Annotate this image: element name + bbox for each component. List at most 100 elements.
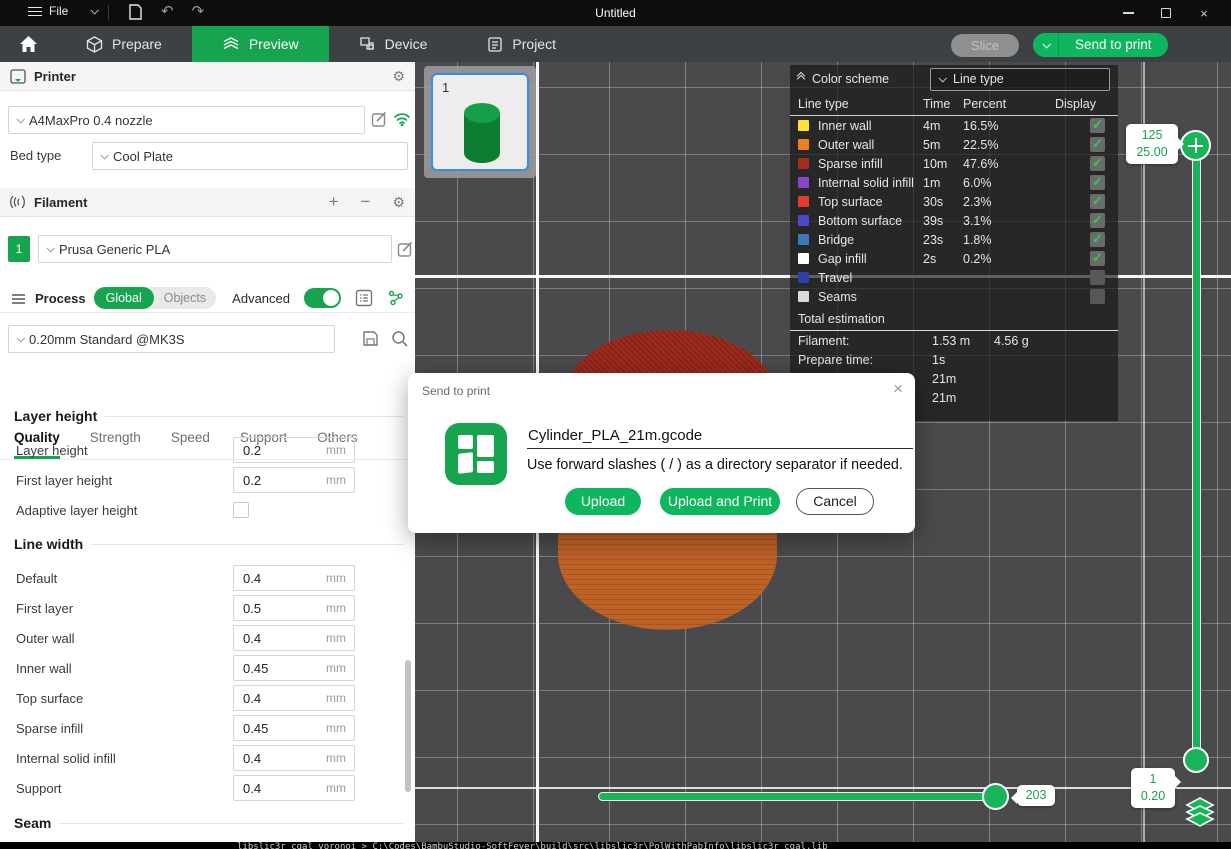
title-bar: File ↶ ↷ Untitled × bbox=[0, 0, 1231, 26]
tab-project-label: Project bbox=[512, 36, 556, 52]
send-dropdown-arrow[interactable] bbox=[1033, 33, 1059, 57]
filename-input[interactable] bbox=[527, 425, 913, 449]
view-mode-dropdown[interactable]: Line type bbox=[930, 68, 1110, 91]
tab-preview[interactable]: Preview bbox=[192, 26, 329, 62]
process-scope-segment[interactable]: Global Objects bbox=[94, 287, 217, 309]
line-width-outer-wall-input[interactable] bbox=[234, 631, 314, 646]
display-checkbox[interactable]: ✓ bbox=[1090, 251, 1105, 266]
display-checkbox[interactable] bbox=[1090, 289, 1105, 304]
plate-thumbnail[interactable]: 1 bbox=[424, 66, 536, 178]
layers-view-icon[interactable] bbox=[1183, 795, 1217, 827]
scope-global-option[interactable]: Global bbox=[94, 287, 154, 309]
unit-label: mm bbox=[326, 631, 346, 645]
legend-row: Internal solid infill1m6.0%✓ bbox=[790, 173, 1118, 192]
view-mode-value: Line type bbox=[953, 72, 1004, 86]
close-button[interactable]: × bbox=[1185, 0, 1223, 26]
tab-speed[interactable]: Speed bbox=[171, 430, 210, 459]
col-line-type: Line type bbox=[798, 97, 923, 111]
move-slider-handle[interactable] bbox=[982, 783, 1009, 810]
adaptive-layer-height-checkbox[interactable] bbox=[233, 502, 249, 518]
grid-line bbox=[1143, 62, 1145, 842]
display-checkbox[interactable] bbox=[1090, 270, 1105, 285]
parameter-dots-icon[interactable] bbox=[387, 289, 405, 307]
layer-top-height: 25.00 bbox=[1132, 144, 1172, 161]
advanced-toggle[interactable] bbox=[304, 288, 341, 308]
filament-settings-gear-icon[interactable]: ⚙ bbox=[392, 194, 405, 211]
sidebar-scrollbar[interactable] bbox=[405, 660, 411, 792]
project-icon bbox=[487, 36, 503, 53]
legend-column-headers: Line type Time Percent Display bbox=[790, 93, 1118, 116]
device-icon bbox=[359, 36, 376, 53]
display-checkbox[interactable]: ✓ bbox=[1090, 137, 1105, 152]
line-type-legend-panel: Color scheme Line type Line type Time Pe… bbox=[790, 65, 1118, 421]
color-scheme-label[interactable]: Color scheme bbox=[812, 72, 889, 86]
add-filament-button[interactable]: + bbox=[329, 192, 339, 212]
plate-thumbnail-card[interactable]: 1 bbox=[431, 73, 529, 171]
dialog-close-icon[interactable]: × bbox=[893, 379, 903, 399]
line-width-support-input[interactable] bbox=[234, 781, 314, 796]
chevron-down-icon bbox=[16, 334, 24, 342]
slice-button[interactable]: Slice bbox=[951, 34, 1019, 57]
layer-slider-track[interactable] bbox=[1192, 145, 1201, 760]
stat-prepare-time: Prepare time:1s bbox=[790, 350, 1118, 369]
process-section-header: Process Global Objects Advanced bbox=[0, 284, 415, 313]
process-preset-dropdown[interactable]: 0.20mm Standard @MK3S bbox=[8, 325, 335, 353]
upload-and-print-button[interactable]: Upload and Print bbox=[660, 488, 780, 515]
display-checkbox[interactable]: ✓ bbox=[1090, 175, 1105, 190]
object-list-icon[interactable] bbox=[355, 289, 373, 307]
tab-project[interactable]: Project bbox=[457, 26, 586, 62]
save-preset-icon[interactable] bbox=[362, 330, 379, 347]
line-width-first-layer-input[interactable] bbox=[234, 601, 314, 616]
unit-label: mm bbox=[326, 751, 346, 765]
filament-slot-badge[interactable]: 1 bbox=[8, 236, 30, 262]
first-layer-height-input[interactable] bbox=[234, 473, 314, 488]
cube-icon bbox=[86, 36, 103, 53]
minimize-button[interactable] bbox=[1109, 0, 1147, 26]
line-width-inner-wall-input[interactable] bbox=[234, 661, 314, 676]
search-preset-icon[interactable] bbox=[391, 330, 409, 348]
home-button[interactable] bbox=[0, 26, 56, 62]
line-width-default-input[interactable] bbox=[234, 571, 314, 586]
legend-row: Gap infill2s0.2%✓ bbox=[790, 249, 1118, 268]
edit-printer-icon[interactable] bbox=[371, 111, 388, 128]
tab-prepare[interactable]: Prepare bbox=[56, 26, 192, 62]
bed-type-dropdown[interactable]: Cool Plate bbox=[92, 142, 408, 170]
send-to-print-split-button[interactable]: Send to print bbox=[1033, 33, 1168, 57]
collapse-panel-icon[interactable] bbox=[798, 76, 804, 82]
display-checkbox[interactable]: ✓ bbox=[1090, 194, 1105, 209]
layer-slider-top-handle[interactable] bbox=[1180, 130, 1211, 161]
line-width-internal-solid-input[interactable] bbox=[234, 751, 314, 766]
wifi-connection-icon[interactable] bbox=[393, 111, 411, 127]
line-width-top-surface-input[interactable] bbox=[234, 691, 314, 706]
process-layers-icon bbox=[10, 291, 27, 306]
printer-preset-dropdown[interactable]: A4MaxPro 0.4 nozzle bbox=[8, 106, 365, 134]
layer-height-input[interactable] bbox=[234, 443, 314, 458]
line-width-outer-wall-field: mm bbox=[233, 625, 355, 651]
terminal-text: libslic3r_cgal_voronoi > C:\Codes\BambuS… bbox=[237, 842, 828, 849]
line-width-sparse-infill-input[interactable] bbox=[234, 721, 314, 736]
edit-filament-icon[interactable] bbox=[397, 241, 414, 258]
upload-button[interactable]: Upload bbox=[565, 488, 641, 515]
legend-row: Sparse infill10m47.6%✓ bbox=[790, 154, 1118, 173]
tab-device[interactable]: Device bbox=[329, 26, 458, 62]
display-checkbox[interactable]: ✓ bbox=[1090, 213, 1105, 228]
line-width-internal-solid-field: mm bbox=[233, 745, 355, 771]
display-checkbox[interactable]: ✓ bbox=[1090, 232, 1105, 247]
line-width-first-layer-label: First layer bbox=[16, 601, 73, 616]
unit-label: mm bbox=[326, 691, 346, 705]
maximize-button[interactable] bbox=[1147, 0, 1185, 26]
cancel-button[interactable]: Cancel bbox=[796, 488, 874, 515]
filament-preset-dropdown[interactable]: Prusa Generic PLA bbox=[38, 235, 392, 263]
chevron-down-icon bbox=[938, 74, 946, 82]
move-slider-track[interactable] bbox=[598, 792, 1008, 801]
tab-strength[interactable]: Strength bbox=[90, 430, 141, 459]
remove-filament-button[interactable]: − bbox=[361, 192, 371, 212]
printer-settings-gear-icon[interactable]: ⚙ bbox=[392, 68, 405, 85]
display-checkbox[interactable]: ✓ bbox=[1090, 118, 1105, 133]
scope-objects-option[interactable]: Objects bbox=[154, 291, 216, 305]
display-checkbox[interactable]: ✓ bbox=[1090, 156, 1105, 171]
line-width-sparse-infill-field: mm bbox=[233, 715, 355, 741]
layer-top-tooltip: 125 25.00 bbox=[1126, 124, 1178, 164]
layer-slider-bottom-handle[interactable] bbox=[1183, 747, 1209, 773]
layer-bottom-number: 1 bbox=[1137, 771, 1169, 788]
